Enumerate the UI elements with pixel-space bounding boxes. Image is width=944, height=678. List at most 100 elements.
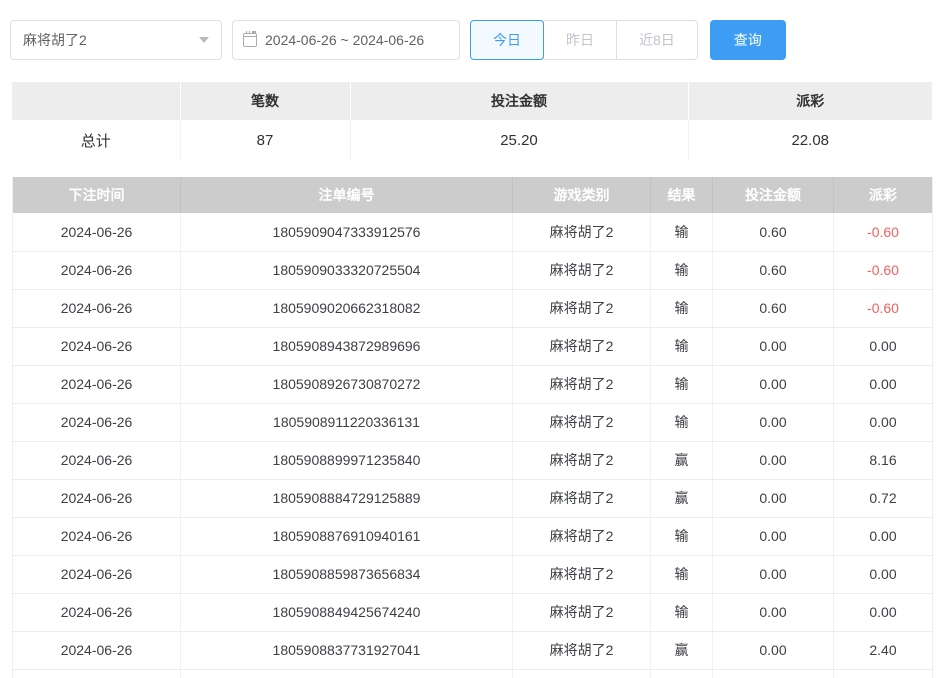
result-cell: 输 [651, 403, 713, 441]
table-row: 2024-06-26 1805908876910940161 麻将胡了2 输 0… [13, 517, 933, 555]
result-cell: 输 [651, 251, 713, 289]
bet-amount-cell: 0.00 [713, 517, 834, 555]
header-order-id: 注单编号 [181, 177, 513, 213]
bet-amount-cell: 0.00 [713, 441, 834, 479]
quick-date-button-group: 今日 昨日 近8日 [470, 20, 698, 60]
bet-time-cell: 2024-06-26 [13, 441, 181, 479]
bet-time-cell: 2024-06-26 [13, 517, 181, 555]
game-type-cell: 麻将胡了2 [513, 289, 651, 327]
game-type-cell: 麻将胡了2 [513, 441, 651, 479]
summary-header-row: 笔数 投注金额 派彩 [12, 82, 932, 120]
summary-total-label: 总计 [12, 120, 180, 161]
summary-header-blank [12, 82, 180, 120]
yesterday-button[interactable]: 昨日 [543, 20, 617, 60]
bet-amount-cell: 0.60 [713, 289, 834, 327]
payout-cell: 0.00 [834, 365, 933, 403]
payout-cell: -0.60 [834, 289, 933, 327]
result-cell: 输 [651, 213, 713, 251]
header-bet-amount: 投注金额 [713, 177, 834, 213]
bet-time-cell: 2024-06-26 [13, 251, 181, 289]
payout-cell: 0.00 [834, 403, 933, 441]
payout-cell: 8.16 [834, 441, 933, 479]
header-bet-time: 下注时间 [13, 177, 181, 213]
result-cell: 输 [651, 327, 713, 365]
calendar-icon [243, 33, 257, 47]
table-row: 2024-06-26 1805908859873656834 麻将胡了2 输 0… [13, 555, 933, 593]
date-range-input[interactable]: 2024-06-26 ~ 2024-06-26 [232, 20, 460, 60]
summary-table: 笔数 投注金额 派彩 总计 87 25.20 22.08 [12, 82, 932, 161]
last-8-days-button[interactable]: 近8日 [616, 20, 698, 60]
date-range-value: 2024-06-26 ~ 2024-06-26 [265, 32, 424, 48]
game-type-cell: 麻将胡了2 [513, 327, 651, 365]
result-cell [651, 669, 713, 678]
bet-amount-cell: 0.00 [713, 403, 834, 441]
payout-cell: -0.60 [834, 213, 933, 251]
order-id-cell: 1805908876910940161 [181, 517, 513, 555]
bet-amount-cell [713, 669, 834, 678]
betting-records-page: 麻将胡了2 2024-06-26 ~ 2024-06-26 今日 昨日 近8日 … [0, 0, 944, 678]
payout-cell: 0.00 [834, 555, 933, 593]
bet-time-cell: 2024-06-26 [13, 555, 181, 593]
order-id-cell: 1805908849425674240 [181, 593, 513, 631]
payout-cell [834, 669, 933, 678]
summary-total-bet-amount: 25.20 [350, 120, 688, 161]
table-row: 2024-06-26 1805909020662318082 麻将胡了2 输 0… [13, 289, 933, 327]
filter-toolbar: 麻将胡了2 2024-06-26 ~ 2024-06-26 今日 昨日 近8日 … [10, 20, 932, 60]
table-row: 2024-06-26 1805908943872989696 麻将胡了2 输 0… [13, 327, 933, 365]
records-table: 下注时间 注单编号 游戏类别 结果 投注金额 派彩 2024-06-26 180… [12, 177, 933, 678]
bet-amount-cell: 0.00 [713, 555, 834, 593]
summary-total-payout: 22.08 [688, 120, 932, 161]
table-row: 2024-06-26 1805908837731927041 麻将胡了2 赢 0… [13, 631, 933, 669]
table-row: 2024-06-26 1805908899971235840 麻将胡了2 赢 0… [13, 441, 933, 479]
bet-time-cell: 2024-06-26 [13, 593, 181, 631]
payout-cell: -0.60 [834, 251, 933, 289]
table-row-partial [13, 669, 933, 678]
game-type-cell: 麻将胡了2 [513, 403, 651, 441]
order-id-cell: 1805908899971235840 [181, 441, 513, 479]
order-id-cell: 1805908859873656834 [181, 555, 513, 593]
bet-time-cell: 2024-06-26 [13, 365, 181, 403]
table-row: 2024-06-26 1805909033320725504 麻将胡了2 输 0… [13, 251, 933, 289]
order-id-cell: 1805908884729125889 [181, 479, 513, 517]
game-select[interactable]: 麻将胡了2 [10, 20, 222, 60]
bet-amount-cell: 0.00 [713, 631, 834, 669]
order-id-cell [181, 669, 513, 678]
game-type-cell: 麻将胡了2 [513, 631, 651, 669]
bet-time-cell: 2024-06-26 [13, 631, 181, 669]
search-button[interactable]: 查询 [710, 20, 786, 60]
order-id-cell: 1805908943872989696 [181, 327, 513, 365]
order-id-cell: 1805909033320725504 [181, 251, 513, 289]
summary-total-count: 87 [180, 120, 350, 161]
order-id-cell: 1805909047333912576 [181, 213, 513, 251]
header-payout: 派彩 [834, 177, 933, 213]
game-type-cell: 麻将胡了2 [513, 593, 651, 631]
order-id-cell: 1805908926730870272 [181, 365, 513, 403]
summary-total-row: 总计 87 25.20 22.08 [12, 120, 932, 161]
today-button[interactable]: 今日 [470, 20, 544, 60]
game-select-value: 麻将胡了2 [23, 30, 87, 50]
summary-header-count: 笔数 [180, 82, 350, 120]
bet-amount-cell: 0.60 [713, 251, 834, 289]
order-id-cell: 1805908837731927041 [181, 631, 513, 669]
order-id-cell: 1805908911220336131 [181, 403, 513, 441]
payout-cell: 0.00 [834, 593, 933, 631]
table-row: 2024-06-26 1805908884729125889 麻将胡了2 赢 0… [13, 479, 933, 517]
header-game-type: 游戏类别 [513, 177, 651, 213]
payout-cell: 0.72 [834, 479, 933, 517]
table-row: 2024-06-26 1805908911220336131 麻将胡了2 输 0… [13, 403, 933, 441]
game-type-cell: 麻将胡了2 [513, 365, 651, 403]
bet-amount-cell: 0.00 [713, 479, 834, 517]
result-cell: 赢 [651, 631, 713, 669]
payout-cell: 0.00 [834, 327, 933, 365]
bet-time-cell: 2024-06-26 [13, 213, 181, 251]
bet-amount-cell: 0.00 [713, 327, 834, 365]
game-type-cell [513, 669, 651, 678]
bet-amount-cell: 0.00 [713, 593, 834, 631]
summary-header-payout: 派彩 [688, 82, 932, 120]
chevron-down-icon [199, 37, 209, 43]
game-type-cell: 麻将胡了2 [513, 251, 651, 289]
result-cell: 输 [651, 517, 713, 555]
result-cell: 输 [651, 555, 713, 593]
game-type-cell: 麻将胡了2 [513, 479, 651, 517]
payout-cell: 0.00 [834, 517, 933, 555]
